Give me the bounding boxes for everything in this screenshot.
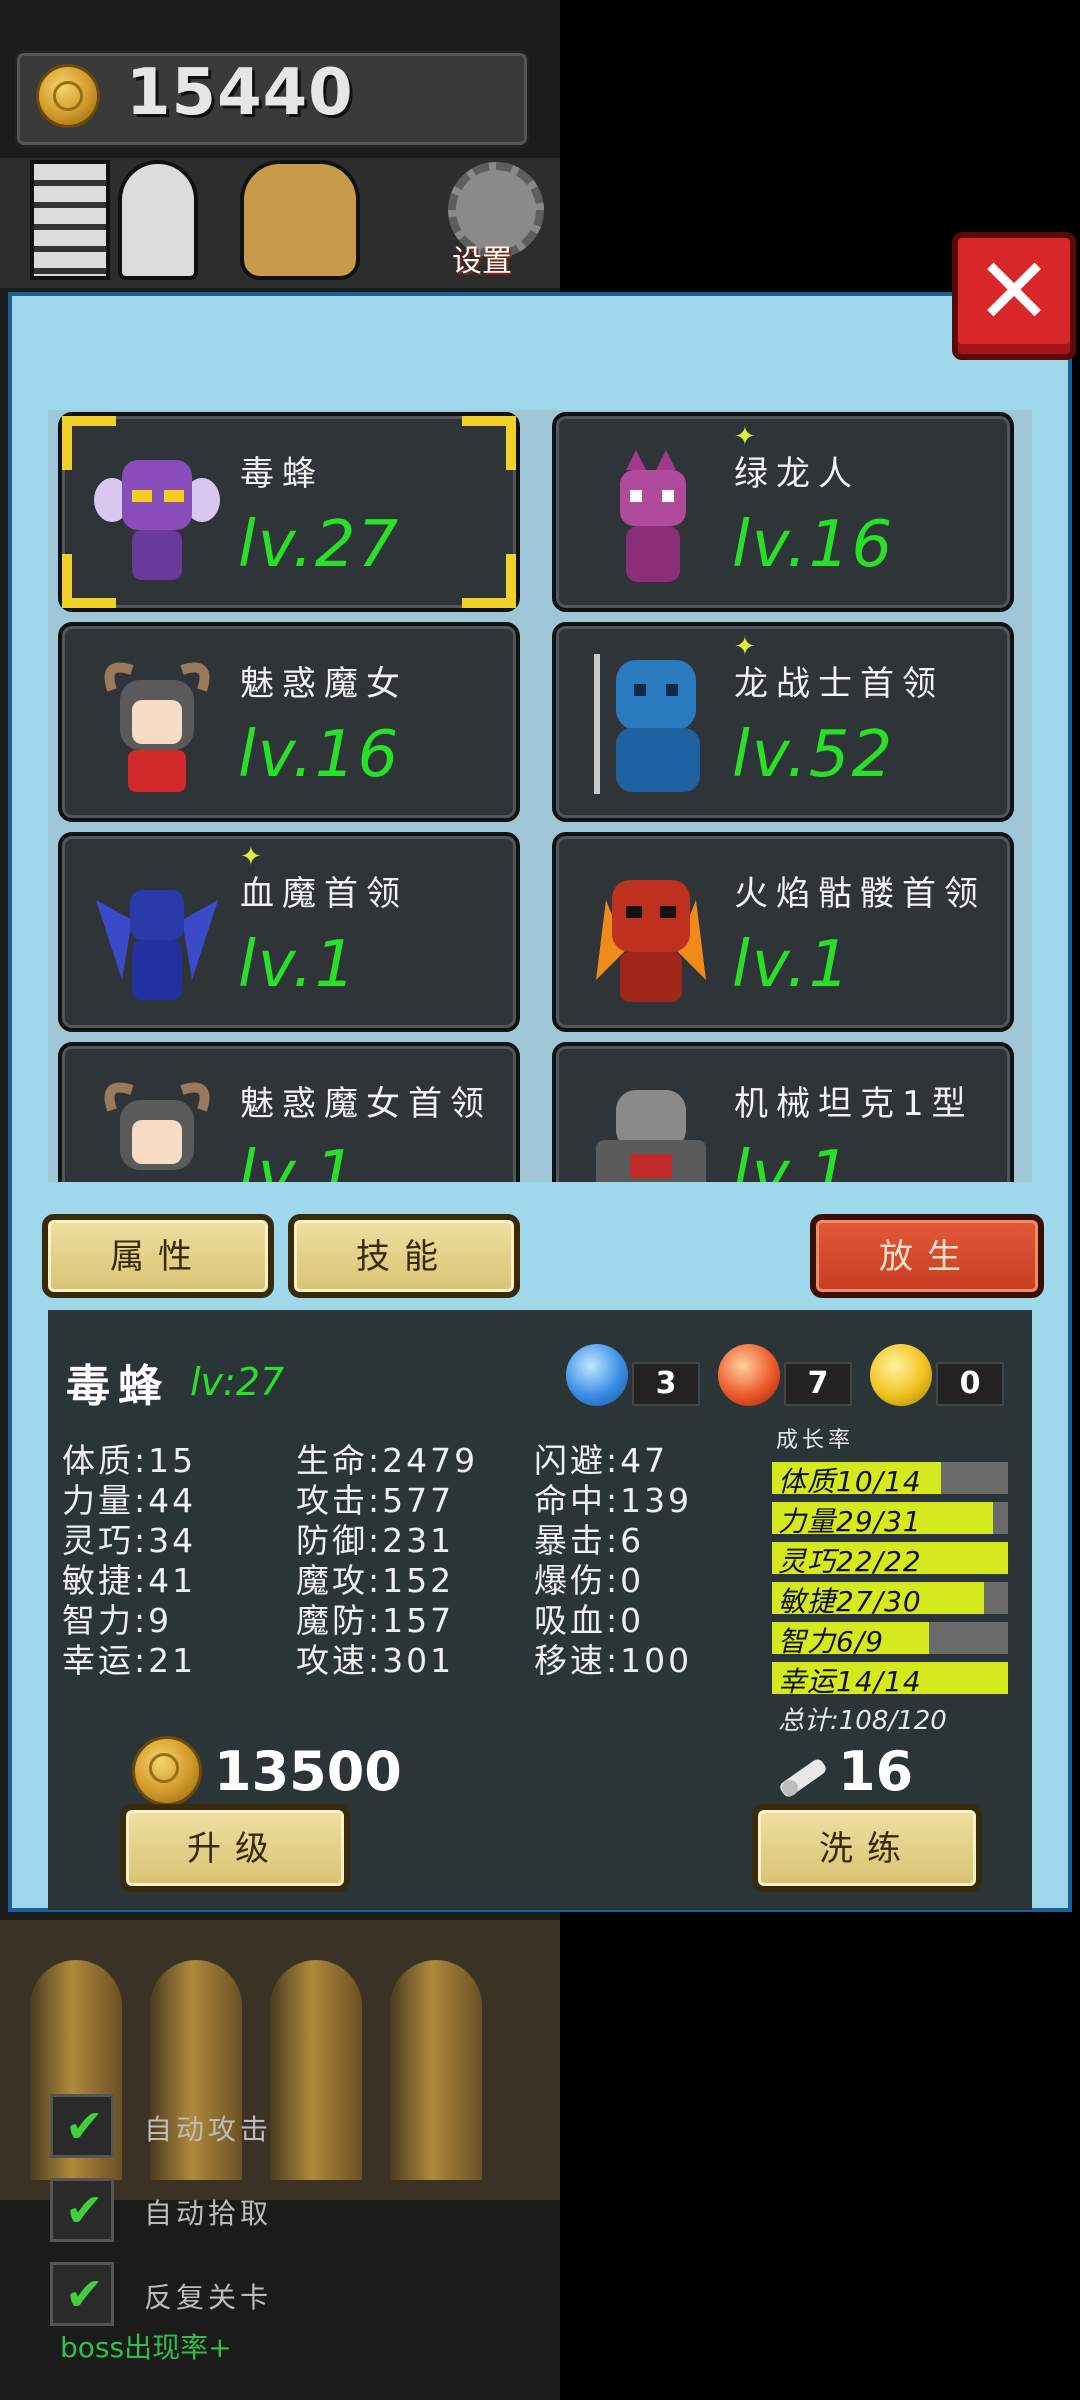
blood-demon-sprite bbox=[96, 890, 218, 1000]
growth-bar-dexterity: 灵巧22/22 bbox=[772, 1542, 1008, 1578]
skills-tab-button[interactable]: 技能 bbox=[288, 1214, 520, 1298]
monster-level: lv.27 bbox=[238, 508, 401, 582]
selected-monster-name: 毒蜂 bbox=[66, 1361, 170, 1412]
growth-label: 力量29/31 bbox=[778, 1505, 922, 1538]
monster-name: 魅惑魔女 bbox=[240, 664, 408, 704]
auto-pickup-checkbox[interactable]: ✔ bbox=[50, 2178, 114, 2242]
monster-card-flame-skeleton-boss[interactable]: 火焰骷髅首领 lv.1 bbox=[552, 832, 1014, 1032]
bag-icon[interactable] bbox=[240, 160, 360, 280]
dragon-warrior-sprite bbox=[594, 654, 700, 794]
upgrade-button[interactable]: 升级 bbox=[120, 1804, 350, 1892]
pillar-decoration bbox=[270, 1960, 362, 2180]
upgrade-cost: 13500 bbox=[214, 1740, 402, 1803]
attributes-tab-button[interactable]: 属性 bbox=[42, 1214, 274, 1298]
monster-level: lv.16 bbox=[238, 718, 401, 792]
growth-label: 敏捷27/30 bbox=[778, 1585, 922, 1618]
monster-card-charm-witch[interactable]: 魅惑魔女 lv.16 bbox=[58, 622, 520, 822]
green-dragonman-sprite bbox=[620, 450, 686, 582]
lightning-orb-count: 0 bbox=[936, 1362, 1004, 1406]
auto-attack-label: 自动攻击 bbox=[144, 2113, 273, 2146]
growth-bar-intelligence: 智力6/9 bbox=[772, 1622, 1008, 1658]
repeat-stage-checkbox[interactable]: ✔ bbox=[50, 2262, 114, 2326]
growth-bar-constitution: 体质10/14 bbox=[772, 1462, 1008, 1498]
monster-name: 龙战士首领 bbox=[734, 664, 944, 704]
mech-tank-sprite bbox=[596, 1090, 706, 1182]
gold-amount: 15440 bbox=[126, 56, 354, 130]
monster-card-mech-tank[interactable]: 机械坦克1型 lv.1 bbox=[552, 1042, 1014, 1182]
growth-bar-luck: 幸运14/14 bbox=[772, 1662, 1008, 1698]
growth-bar-strength: 力量29/31 bbox=[772, 1502, 1008, 1538]
growth-rate-title: 成长率 bbox=[776, 1428, 855, 1453]
check-icon: ✔ bbox=[65, 2267, 104, 2321]
check-icon: ✔ bbox=[65, 2183, 104, 2237]
fire-orb-icon bbox=[718, 1344, 780, 1406]
check-icon: ✔ bbox=[65, 2099, 104, 2153]
growth-label: 幸运14/14 bbox=[778, 1665, 922, 1698]
monster-name: 绿龙人 bbox=[734, 454, 860, 494]
water-orb-count: 3 bbox=[632, 1362, 700, 1406]
gold-coin-icon bbox=[132, 1736, 202, 1806]
close-icon: ✕ bbox=[975, 238, 1053, 345]
growth-label: 灵巧22/22 bbox=[778, 1545, 922, 1578]
growth-label: 智力6/9 bbox=[778, 1625, 885, 1658]
monster-card-green-dragonman[interactable]: ✦ 绿龙人 lv.16 bbox=[552, 412, 1014, 612]
monster-level: lv.52 bbox=[732, 718, 895, 792]
monster-level: lv.1 bbox=[732, 928, 852, 1002]
monster-card-charm-witch-boss[interactable]: 魅惑魔女首领 lv.1 bbox=[58, 1042, 520, 1182]
repeat-stage-label: 反复关卡 bbox=[144, 2281, 273, 2314]
stat-luck: 幸运:21 bbox=[62, 1641, 197, 1680]
monster-name: 机械坦克1型 bbox=[734, 1084, 974, 1124]
monster-level: lv.1 bbox=[238, 1138, 358, 1182]
monster-name: 毒蜂 bbox=[240, 454, 324, 494]
ghost-icon[interactable] bbox=[118, 160, 198, 280]
growth-label: 体质10/14 bbox=[778, 1465, 922, 1498]
monster-card-dragon-warrior-boss[interactable]: ✦ 龙战士首领 lv.52 bbox=[552, 622, 1014, 822]
charm-witch-boss-sprite bbox=[104, 1082, 210, 1170]
monster-card-poison-bee[interactable]: 毒蜂 lv.27 bbox=[58, 412, 520, 612]
poison-bee-sprite bbox=[94, 460, 220, 580]
selected-monster-level: lv:27 bbox=[190, 1360, 285, 1404]
settings-label: 设置 bbox=[452, 244, 512, 279]
auto-attack-checkbox[interactable]: ✔ bbox=[50, 2094, 114, 2158]
growth-bar-agility: 敏捷27/30 bbox=[772, 1582, 1008, 1618]
fire-orb-count: 7 bbox=[784, 1362, 852, 1406]
stat-move-speed: 移速:100 bbox=[534, 1641, 693, 1680]
monster-name: 血魔首领 bbox=[240, 874, 408, 914]
scroll-icon bbox=[780, 1759, 826, 1797]
monster-level: lv.16 bbox=[732, 508, 895, 582]
reroll-button[interactable]: 洗练 bbox=[752, 1804, 982, 1892]
growth-total: 总计:108/120 bbox=[778, 1706, 947, 1736]
pillar-decoration bbox=[390, 1960, 482, 2180]
monster-grid[interactable]: 毒蜂 lv.27 ✦ 绿龙人 lv.16 魅惑魔女 lv.16 ✦ 龙战士首领 … bbox=[48, 410, 1032, 1182]
monster-card-blood-demon-boss[interactable]: ✦ 血魔首领 lv.1 bbox=[58, 832, 520, 1032]
scroll-count: 16 bbox=[838, 1740, 914, 1803]
release-button[interactable]: 放生 bbox=[810, 1214, 1044, 1298]
auto-pickup-label: 自动拾取 bbox=[144, 2197, 273, 2230]
menu-list-icon[interactable] bbox=[30, 160, 110, 280]
boss-rate-label: boss出现率+ bbox=[60, 2331, 232, 2364]
water-orb-icon bbox=[566, 1344, 628, 1406]
flame-skeleton-sprite bbox=[596, 880, 706, 1002]
monster-level: lv.1 bbox=[238, 928, 358, 1002]
monster-name: 火焰骷髅首领 bbox=[734, 874, 986, 914]
charm-witch-sprite bbox=[104, 662, 210, 792]
close-button[interactable]: ✕ bbox=[952, 232, 1076, 360]
selection-corner bbox=[462, 416, 516, 470]
monster-level: lv.1 bbox=[732, 1138, 852, 1182]
stat-attack-speed: 攻速:301 bbox=[296, 1641, 455, 1680]
lightning-orb-icon bbox=[870, 1344, 932, 1406]
monster-name: 魅惑魔女首领 bbox=[240, 1084, 492, 1124]
gold-coin-icon bbox=[36, 64, 100, 128]
